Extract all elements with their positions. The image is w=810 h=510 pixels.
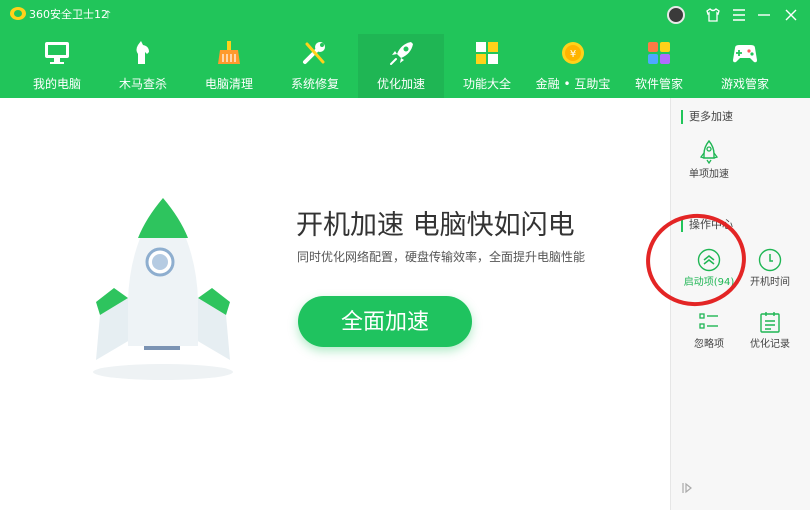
nav-item-cleanup[interactable]: 电脑清理	[186, 34, 272, 98]
close-icon[interactable]	[781, 5, 801, 25]
nav-item-my-computer[interactable]: 我的电脑	[14, 34, 100, 98]
optimize-log-item[interactable]: 优化记录	[740, 310, 800, 360]
computer-icon	[45, 42, 69, 64]
rocket-illustration	[93, 198, 233, 380]
nav-item-trojan-scan[interactable]: 木马查杀	[100, 34, 186, 98]
nav-item-games[interactable]: 游戏管家	[702, 34, 788, 98]
skin-icon[interactable]	[703, 5, 723, 25]
menu-icon[interactable]	[729, 5, 749, 25]
side-label: 单项加速	[689, 169, 729, 180]
minimize-icon[interactable]	[754, 5, 774, 25]
ignore-items[interactable]: 忽略项	[679, 310, 739, 360]
nav-label: 木马查杀	[118, 77, 167, 91]
page-subtitle: 同时优化网络配置，硬盘传输效率，全面提升电脑性能	[297, 250, 586, 264]
app-window: 360安全卫士12 🡑 我的电脑 木马查杀 电脑清理 系统修复 优化加速 功能大…	[0, 0, 810, 510]
coin-icon: ¥	[562, 42, 584, 64]
grid-icon	[476, 42, 498, 64]
nav-label: 优化加速	[376, 77, 425, 91]
rocket-icon	[390, 42, 413, 65]
upgrade-arrow-icon[interactable]: 🡑	[105, 7, 111, 22]
page-title: 开机加速 电脑快如闪电	[296, 210, 575, 241]
nav-item-features[interactable]: 功能大全	[444, 34, 530, 98]
collapse-sidebar-icon[interactable]	[681, 482, 695, 496]
main-nav: 我的电脑 木马查杀 电脑清理 系统修复 优化加速 功能大全 ¥ 金融 • 互助宝…	[14, 34, 788, 98]
avatar[interactable]	[667, 6, 685, 24]
nav-label: 功能大全	[462, 77, 511, 91]
side-label: 优化记录	[750, 339, 790, 350]
full-speedup-button[interactable]: 全面加速	[298, 296, 472, 347]
svg-text:¥: ¥	[570, 49, 576, 60]
title-bar: 360安全卫士12 🡑	[0, 0, 810, 30]
nav-label: 电脑清理	[204, 77, 253, 91]
rocket-outline-icon	[699, 140, 719, 164]
more-speedup-title: 更多加速	[681, 110, 733, 124]
nav-label: 系统修复	[290, 77, 339, 91]
list-icon	[699, 313, 718, 329]
nav-label: 金融 • 互助宝	[535, 77, 611, 91]
boot-time-item[interactable]: 开机时间	[740, 248, 800, 298]
nav-item-optimize[interactable]: 优化加速	[358, 34, 444, 98]
calendar-log-icon	[760, 312, 780, 333]
header: 360安全卫士12 🡑 我的电脑 木马查杀 电脑清理 系统修复 优化加速 功能大…	[0, 0, 810, 98]
trojan-horse-icon	[136, 41, 149, 64]
app-logo-icon	[10, 7, 26, 20]
nav-item-system-repair[interactable]: 系统修复	[272, 34, 358, 98]
single-speedup-item[interactable]: 单项加速	[679, 140, 739, 190]
nav-label: 游戏管家	[720, 77, 769, 91]
nav-label: 软件管家	[634, 77, 683, 91]
gamepad-icon	[733, 45, 757, 63]
broom-icon	[218, 41, 240, 64]
side-label: 忽略项	[694, 339, 724, 350]
nav-label: 我的电脑	[32, 77, 81, 91]
clock-icon	[758, 248, 782, 272]
wrench-icon	[303, 42, 325, 64]
nav-item-finance[interactable]: ¥ 金融 • 互助宝	[530, 34, 616, 98]
side-label: 开机时间	[750, 277, 790, 288]
software-icon	[648, 42, 670, 64]
nav-item-software[interactable]: 软件管家	[616, 34, 702, 98]
app-title: 360安全卫士12	[29, 8, 108, 21]
